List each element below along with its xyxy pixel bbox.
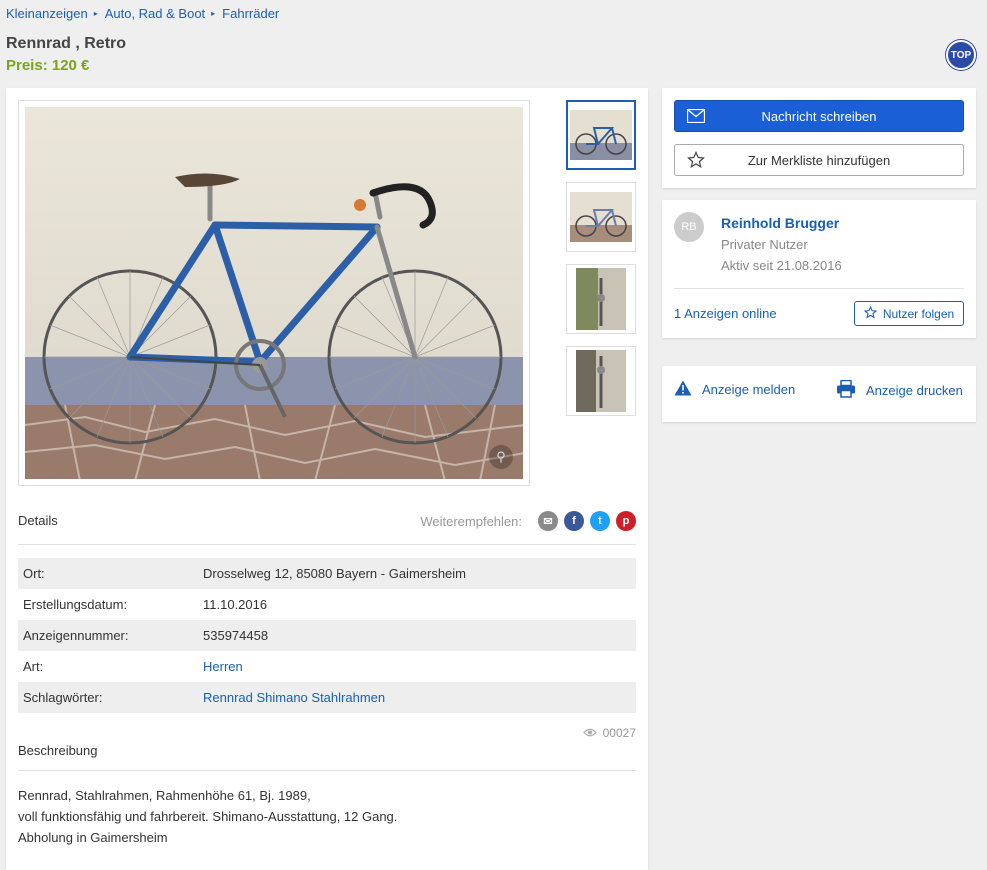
view-count: 00027 bbox=[602, 726, 636, 740]
description-line: Rennrad, Stahlrahmen, Rahmenhöhe 61, Bj.… bbox=[18, 788, 311, 803]
thumbnail-3[interactable] bbox=[566, 264, 636, 334]
share-bar: Weiterempfehlen: ✉ f t p bbox=[420, 511, 636, 531]
bicycle-thumbnail-icon bbox=[570, 110, 632, 160]
attribute-link-tags[interactable]: Rennrad Shimano Stahlrahmen bbox=[203, 690, 385, 705]
bicycle-thumbnail-icon bbox=[576, 268, 626, 330]
watchlist-button-label: Zur Merkliste hinzufügen bbox=[747, 152, 891, 168]
ad-title: Rennrad , Retro bbox=[6, 35, 127, 52]
pinterest-icon[interactable]: p bbox=[616, 511, 636, 531]
watchlist-button[interactable]: Zur Merkliste hinzufügen bbox=[674, 144, 964, 176]
breadcrumb-item-fahrraeder[interactable]: Fahrräder bbox=[222, 6, 279, 21]
message-button-label: Nachricht schreiben bbox=[761, 108, 877, 124]
view-counter: 00027 bbox=[582, 726, 636, 740]
attribute-label: Anzeigennummer: bbox=[23, 628, 129, 643]
description-line: Abholung in Gaimersheim bbox=[18, 830, 168, 845]
attribute-table: Ort: Drosselweg 12, 85080 Bayern - Gaime… bbox=[18, 558, 636, 713]
attribute-value: 535974458 bbox=[203, 628, 269, 643]
divider bbox=[674, 288, 964, 289]
description-heading: Beschreibung bbox=[18, 743, 98, 758]
bicycle-thumbnail-icon bbox=[576, 350, 626, 412]
attribute-label: Schlagwörter: bbox=[23, 690, 103, 705]
eye-icon bbox=[582, 726, 597, 740]
magnifier-icon[interactable]: ⚲ bbox=[489, 445, 513, 469]
follow-user-button[interactable]: Nutzer folgen bbox=[854, 301, 964, 326]
divider bbox=[18, 544, 636, 545]
follow-user-label: Nutzer folgen bbox=[882, 306, 955, 321]
attribute-value: 11.10.2016 bbox=[203, 597, 268, 612]
breadcrumb-separator-icon: ▸ bbox=[93, 9, 98, 18]
message-button[interactable]: Nachricht schreiben bbox=[674, 100, 964, 132]
print-ad-label: Anzeige drucken bbox=[866, 383, 963, 398]
ad-price: Preis: 120 € bbox=[6, 57, 90, 74]
details-heading: Details bbox=[18, 513, 58, 528]
attribute-label: Art: bbox=[23, 659, 44, 674]
attribute-row-schlagwoerter: Schlagwörter: Rennrad Shimano Stahlrahme… bbox=[18, 682, 636, 713]
ads-online-link[interactable]: 1 Anzeigen online bbox=[674, 306, 777, 321]
attribute-label: Erstellungsdatum: bbox=[23, 597, 128, 612]
seller-name[interactable]: Reinhold Brugger bbox=[721, 215, 839, 231]
warning-icon bbox=[674, 380, 692, 399]
print-ad-link[interactable]: Anzeige drucken bbox=[836, 379, 963, 401]
avatar: RB bbox=[674, 212, 704, 242]
twitter-icon[interactable]: t bbox=[590, 511, 610, 531]
seller-type: Privater Nutzer bbox=[721, 237, 808, 252]
attribute-row-anzeigennummer: Anzeigennummer: 535974458 bbox=[18, 620, 636, 651]
thumbnail-list bbox=[566, 100, 636, 428]
actions-card: Nachricht schreiben Zur Merkliste hinzuf… bbox=[662, 88, 976, 188]
attribute-row-erstellungsdatum: Erstellungsdatum: 11.10.2016 bbox=[18, 589, 636, 620]
attribute-row-ort: Ort: Drosselweg 12, 85080 Bayern - Gaime… bbox=[18, 558, 636, 589]
mail-icon[interactable]: ✉ bbox=[538, 511, 558, 531]
bicycle-illustration bbox=[25, 107, 523, 479]
seller-card: RB Reinhold Brugger Privater Nutzer Akti… bbox=[662, 200, 976, 338]
star-icon bbox=[687, 151, 705, 172]
seller-active-since: Aktiv seit 21.08.2016 bbox=[721, 258, 842, 273]
divider bbox=[18, 770, 636, 771]
report-ad-label: Anzeige melden bbox=[702, 382, 796, 397]
breadcrumb-item-auto-rad-boot[interactable]: Auto, Rad & Boot bbox=[105, 6, 205, 21]
printer-icon bbox=[836, 379, 856, 401]
thumbnail-1[interactable] bbox=[566, 100, 636, 170]
breadcrumb: Kleinanzeigen ▸ Auto, Rad & Boot ▸ Fahrr… bbox=[6, 6, 279, 21]
report-ad-link[interactable]: Anzeige melden bbox=[674, 380, 795, 399]
description-text: Rennrad, Stahlrahmen, Rahmenhöhe 61, Bj.… bbox=[18, 785, 397, 848]
thumbnail-2[interactable] bbox=[566, 182, 636, 252]
ad-main-card: ⚲ Details Weiterempfehlen: ✉ f t p Ort: … bbox=[6, 88, 648, 870]
share-label: Weiterempfehlen: bbox=[420, 513, 522, 529]
report-print-card: Anzeige melden Anzeige drucken bbox=[662, 366, 976, 422]
attribute-row-art: Art: Herren bbox=[18, 651, 636, 682]
attribute-value: Drosselweg 12, 85080 Bayern - Gaimershei… bbox=[203, 566, 467, 581]
breadcrumb-separator-icon: ▸ bbox=[211, 9, 216, 18]
attribute-link-art[interactable]: Herren bbox=[203, 659, 243, 674]
bicycle-photo[interactable]: ⚲ bbox=[25, 107, 523, 479]
facebook-icon[interactable]: f bbox=[564, 511, 584, 531]
main-image[interactable]: ⚲ bbox=[18, 100, 530, 486]
star-icon bbox=[863, 305, 878, 322]
top-badge: TOP bbox=[946, 40, 976, 70]
envelope-icon bbox=[686, 108, 706, 126]
attribute-label: Ort: bbox=[23, 566, 45, 581]
thumbnail-4[interactable] bbox=[566, 346, 636, 416]
bicycle-thumbnail-icon bbox=[570, 192, 632, 242]
breadcrumb-item-kleinanzeigen[interactable]: Kleinanzeigen bbox=[6, 6, 88, 21]
description-line: voll funktionsfähig und fahrbereit. Shim… bbox=[18, 809, 398, 824]
